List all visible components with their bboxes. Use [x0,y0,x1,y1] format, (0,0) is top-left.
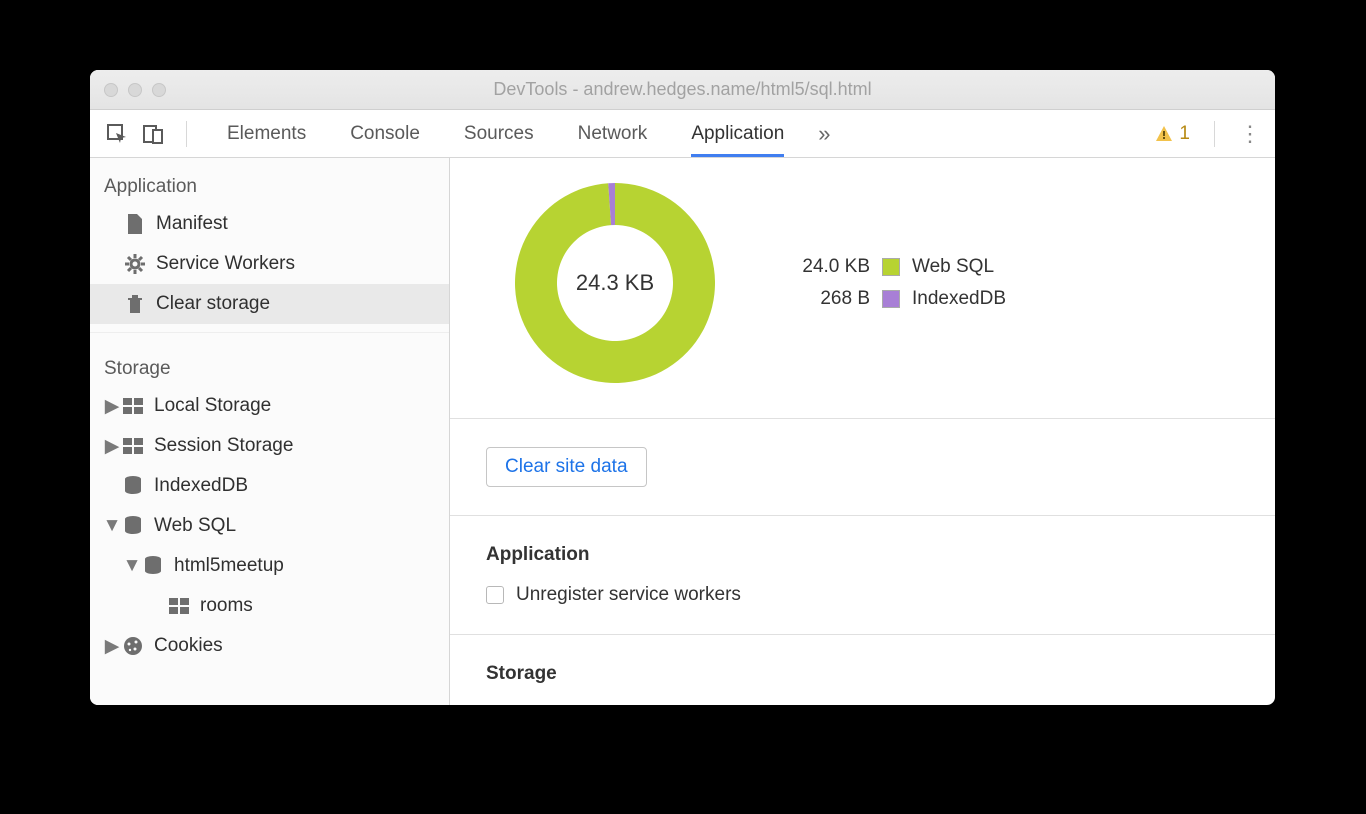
sidebar-item-label: Session Storage [154,435,293,457]
titlebar: DevTools - andrew.hedges.name/html5/sql.… [90,70,1275,110]
sidebar-item-label: Web SQL [154,515,236,537]
sidebar-item-label: Manifest [156,213,228,235]
tab-console[interactable]: Console [350,110,420,157]
database-icon [122,515,144,537]
sidebar-item-rooms[interactable]: rooms [90,586,449,626]
sidebar-item-label: Clear storage [156,293,270,315]
panel-tabs: Elements Console Sources Network Applica… [227,110,784,157]
table-icon [168,595,190,617]
minimize-window-icon[interactable] [128,83,142,97]
more-tabs-icon[interactable]: » [818,121,830,147]
legend-label: IndexedDB [912,288,1006,310]
traffic-lights [104,83,166,97]
unregister-sw-checkbox[interactable] [486,586,504,604]
storage-usage-chart: 24.3 KB 24.0 KB Web SQL 268 B IndexedDB [450,158,1275,418]
database-icon [122,475,144,497]
sidebar-item-label: rooms [200,595,253,617]
device-toggle-icon[interactable] [140,121,166,147]
checkbox-label: Unregister service workers [516,584,741,606]
legend-item-indexeddb: 268 B IndexedDB [780,288,1006,310]
donut-total-label: 24.3 KB [510,178,720,388]
file-icon [124,213,146,235]
clear-site-data-button[interactable]: Clear site data [486,447,647,487]
donut-chart: 24.3 KB [510,178,720,388]
sidebar-item-manifest[interactable]: Manifest [90,204,449,244]
sidebar-item-label: IndexedDB [154,475,248,497]
toolbar-separator [1214,121,1215,147]
section-title: Application [486,544,1239,566]
legend-size: 268 B [780,288,870,310]
legend-size: 24.0 KB [780,256,870,278]
sidebar-item-local-storage[interactable]: ▶ Local Storage [90,386,449,426]
clear-site-data-section: Clear site data [450,419,1275,515]
expand-icon[interactable]: ▶ [104,638,120,654]
chart-legend: 24.0 KB Web SQL 268 B IndexedDB [780,256,1006,310]
sidebar-item-label: Service Workers [156,253,295,275]
warnings-badge[interactable]: 1 [1155,123,1190,145]
sidebar-item-service-workers[interactable]: Service Workers [90,244,449,284]
database-icon [142,555,164,577]
storage-section: Storage [450,635,1275,705]
sidebar-divider [90,332,449,348]
close-window-icon[interactable] [104,83,118,97]
devtools-toolbar: Elements Console Sources Network Applica… [90,110,1275,158]
legend-swatch [882,258,900,276]
window-title: DevTools - andrew.hedges.name/html5/sql.… [90,79,1275,100]
gear-icon [124,253,146,275]
sidebar-item-indexeddb[interactable]: IndexedDB [90,466,449,506]
sidebar-item-session-storage[interactable]: ▶ Session Storage [90,426,449,466]
panel-body: Application Manifest Service Workers Cle… [90,158,1275,705]
sidebar-item-cookies[interactable]: ▶ Cookies [90,626,449,666]
cookie-icon [122,635,144,657]
zoom-window-icon[interactable] [152,83,166,97]
sidebar-item-websql[interactable]: ▼ Web SQL [90,506,449,546]
sidebar-item-html5meetup[interactable]: ▼ html5meetup [90,546,449,586]
section-title: Storage [486,663,1239,685]
table-icon [122,435,144,457]
tab-application[interactable]: Application [691,110,784,157]
table-icon [122,395,144,417]
collapse-icon[interactable]: ▼ [104,518,120,534]
sidebar: Application Manifest Service Workers Cle… [90,158,450,705]
sidebar-group-storage-title: Storage [90,348,449,386]
toolbar-separator [186,121,187,147]
tab-elements[interactable]: Elements [227,110,306,157]
sidebar-item-label: Local Storage [154,395,271,417]
more-options-icon[interactable]: ⋮ [1239,121,1261,147]
sidebar-item-label: Cookies [154,635,223,657]
application-section: Application Unregister service workers [450,516,1275,634]
inspect-element-icon[interactable] [104,121,130,147]
expand-icon[interactable]: ▶ [104,398,120,414]
warnings-count: 1 [1179,123,1190,145]
collapse-icon[interactable]: ▼ [124,558,140,574]
expand-icon[interactable]: ▶ [104,438,120,454]
sidebar-group-application-title: Application [90,166,449,204]
devtools-window: DevTools - andrew.hedges.name/html5/sql.… [90,70,1275,705]
tab-network[interactable]: Network [578,110,648,157]
tab-sources[interactable]: Sources [464,110,534,157]
sidebar-item-label: html5meetup [174,555,284,577]
unregister-sw-row: Unregister service workers [486,584,1239,606]
content-pane: 24.3 KB 24.0 KB Web SQL 268 B IndexedDB [450,158,1275,705]
trash-icon [124,293,146,315]
sidebar-item-clear-storage[interactable]: Clear storage [90,284,449,324]
legend-item-websql: 24.0 KB Web SQL [780,256,1006,278]
legend-label: Web SQL [912,256,994,278]
toolbar-right: 1 ⋮ [1155,121,1261,147]
legend-swatch [882,290,900,308]
